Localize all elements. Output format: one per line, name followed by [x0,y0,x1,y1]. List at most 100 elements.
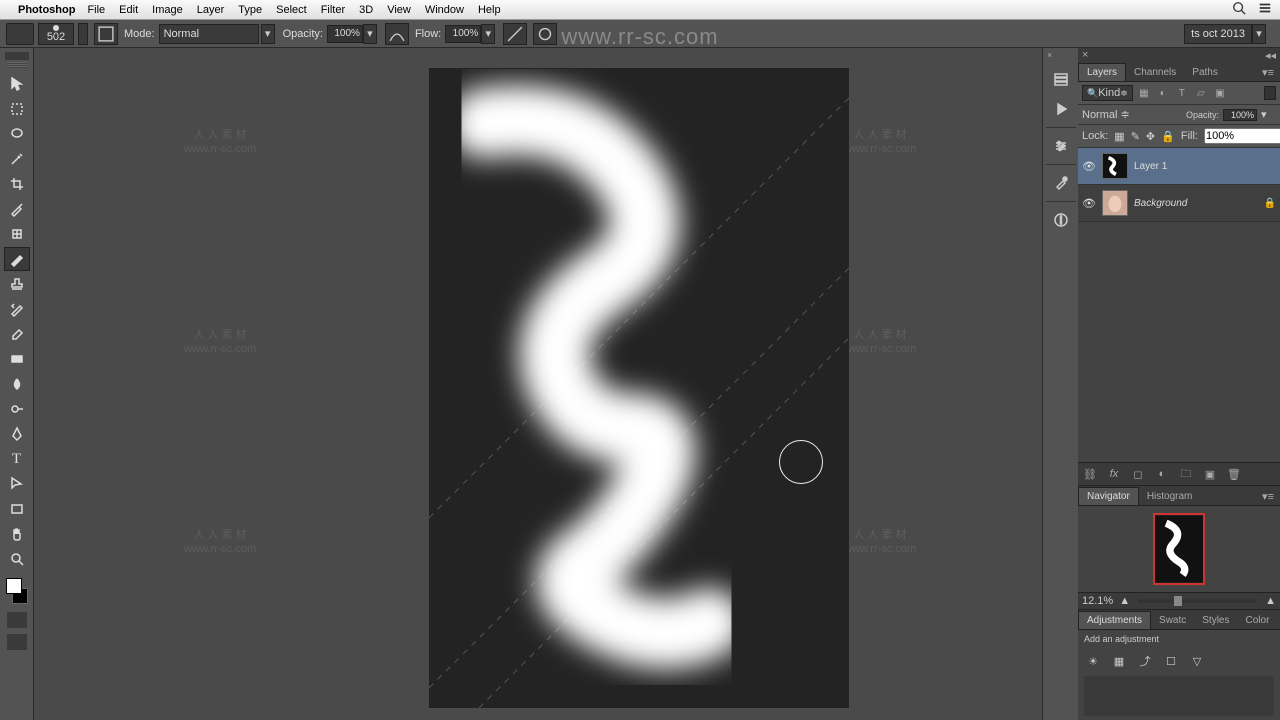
color-swatches[interactable] [4,576,30,606]
group-icon[interactable]: 🗀 [1178,466,1194,482]
tab-channels[interactable]: Channels [1126,64,1184,81]
filter-type-icon[interactable]: T [1174,85,1190,101]
tab-adjustments[interactable]: Adjustments [1078,611,1151,629]
layer-thumbnail[interactable] [1102,153,1128,179]
crop-tool[interactable] [4,172,30,196]
workspace-switcher[interactable]: ts oct 2013 [1184,24,1252,44]
menu-layer[interactable]: Layer [197,4,225,16]
pressure-opacity-toggle[interactable] [385,23,409,45]
tab-histogram[interactable]: Histogram [1139,488,1201,505]
quickmask-toggle[interactable] [7,612,27,628]
collapsed-close-icon[interactable]: × [1047,50,1052,60]
menu-help[interactable]: Help [478,4,501,16]
zoom-tool[interactable] [4,547,30,571]
search-icon[interactable] [1232,1,1246,18]
type-tool[interactable]: T [4,447,30,471]
zoom-value[interactable]: 12.1% [1082,595,1113,607]
lock-transparency-icon[interactable]: ▦ [1114,130,1124,143]
rectangle-tool[interactable] [4,497,30,521]
layer-name[interactable]: Background [1134,198,1187,209]
visibility-toggle-icon[interactable]: 👁 [1082,197,1096,210]
blend-mode-dropdown[interactable]: Normal [159,24,259,44]
airbrush-toggle[interactable] [503,23,527,45]
current-tool-icon[interactable] [6,23,34,45]
menu-window[interactable]: Window [425,4,464,16]
exposure-adjustment-icon[interactable]: ☐ [1162,652,1180,670]
opacity-field[interactable] [327,25,363,43]
stamp-tool[interactable] [4,272,30,296]
flow-field[interactable] [445,25,481,43]
path-selection-tool[interactable] [4,472,30,496]
tab-styles[interactable]: Styles [1194,612,1237,629]
tab-swatches[interactable]: Swatc [1151,612,1194,629]
navigator-panel-menu-icon[interactable]: ▾≡ [1256,488,1280,505]
lasso-tool[interactable] [4,122,30,146]
hand-tool[interactable] [4,522,30,546]
brush-preset-picker[interactable]: 502 [38,23,74,45]
menu-file[interactable]: File [87,4,105,16]
filter-adjustment-icon[interactable]: ◐ [1155,85,1171,101]
marquee-tool[interactable] [4,97,30,121]
layers-panel-menu-icon[interactable]: ▾≡ [1256,64,1280,81]
document-canvas[interactable] [429,68,849,708]
fill-field[interactable] [1204,128,1280,144]
zoom-out-icon[interactable]: ▲ [1119,595,1130,607]
layer-thumbnail[interactable] [1102,190,1128,216]
lock-position-icon[interactable]: ✥ [1146,130,1155,143]
tab-color[interactable]: Color [1238,612,1278,629]
panel-close-icon[interactable]: × [1082,49,1088,61]
actions-panel-icon[interactable] [1048,96,1074,122]
filter-smart-icon[interactable]: ▣ [1212,85,1228,101]
layer-name[interactable]: Layer 1 [1134,161,1167,172]
lock-pixels-icon[interactable]: ✎ [1131,130,1140,143]
layer-row[interactable]: 👁 Layer 1 [1078,148,1280,185]
layer-opacity-dropdown-arrow[interactable]: ▾ [1261,108,1267,121]
workspace-dropdown-arrow[interactable]: ▾ [1252,24,1266,44]
pen-tool[interactable] [4,422,30,446]
history-brush-tool[interactable] [4,297,30,321]
tab-paths[interactable]: Paths [1184,64,1226,81]
menu-3d[interactable]: 3D [359,4,373,16]
filter-kind-dropdown[interactable]: 🔍Kind ≑ [1082,85,1133,101]
menu-image[interactable]: Image [152,4,183,16]
brush-preset-dropdown-icon[interactable] [78,23,88,45]
layer-mask-icon[interactable]: ◻ [1130,466,1146,482]
tools-grip[interactable] [7,62,27,68]
layer-blend-mode-dropdown[interactable]: Normal ≑ [1082,108,1182,121]
history-panel-icon[interactable] [1048,66,1074,92]
layer-fx-icon[interactable]: fx [1106,466,1122,482]
navigator-thumbnail[interactable] [1153,513,1205,585]
vibrance-adjustment-icon[interactable]: ▽ [1188,652,1206,670]
filter-pixel-icon[interactable]: ▦ [1136,85,1152,101]
layer-opacity-field[interactable] [1223,109,1257,121]
navigator-body[interactable] [1078,506,1280,592]
blur-tool[interactable] [4,372,30,396]
info-panel-icon[interactable]: i [1048,207,1074,233]
menu-edit[interactable]: Edit [119,4,138,16]
foreground-color[interactable] [6,578,22,594]
filter-toggle-switch[interactable] [1264,86,1276,100]
new-layer-icon[interactable]: ▣ [1202,466,1218,482]
brush-panel-toggle[interactable] [94,23,118,45]
adjustment-layer-icon[interactable]: ◐ [1154,466,1170,482]
zoom-in-icon[interactable]: ▲ [1265,595,1276,607]
tab-layers[interactable]: Layers [1078,63,1126,81]
move-tool[interactable] [4,72,30,96]
flow-dropdown-arrow[interactable]: ▾ [481,24,495,44]
tab-navigator[interactable]: Navigator [1078,487,1139,505]
brush-panel-icon[interactable] [1048,170,1074,196]
panel-collapse-icon[interactable]: ◂◂ [1265,49,1276,62]
link-layers-icon[interactable]: ⛓ [1082,466,1098,482]
layer-row[interactable]: 👁 Background 🔒 [1078,185,1280,222]
delete-layer-icon[interactable]: 🗑 [1226,466,1242,482]
brush-tool[interactable] [4,247,30,271]
layers-empty-area[interactable] [1078,222,1280,462]
lock-all-icon[interactable]: 🔒 [1161,130,1175,143]
levels-adjustment-icon[interactable]: ▦ [1110,652,1128,670]
pressure-size-toggle[interactable] [533,23,557,45]
filter-shape-icon[interactable]: ▱ [1193,85,1209,101]
screenmode-toggle[interactable] [7,634,27,650]
menu-filter[interactable]: Filter [321,4,345,16]
app-name[interactable]: Photoshop [18,4,75,16]
opacity-dropdown-arrow[interactable]: ▾ [363,24,377,44]
